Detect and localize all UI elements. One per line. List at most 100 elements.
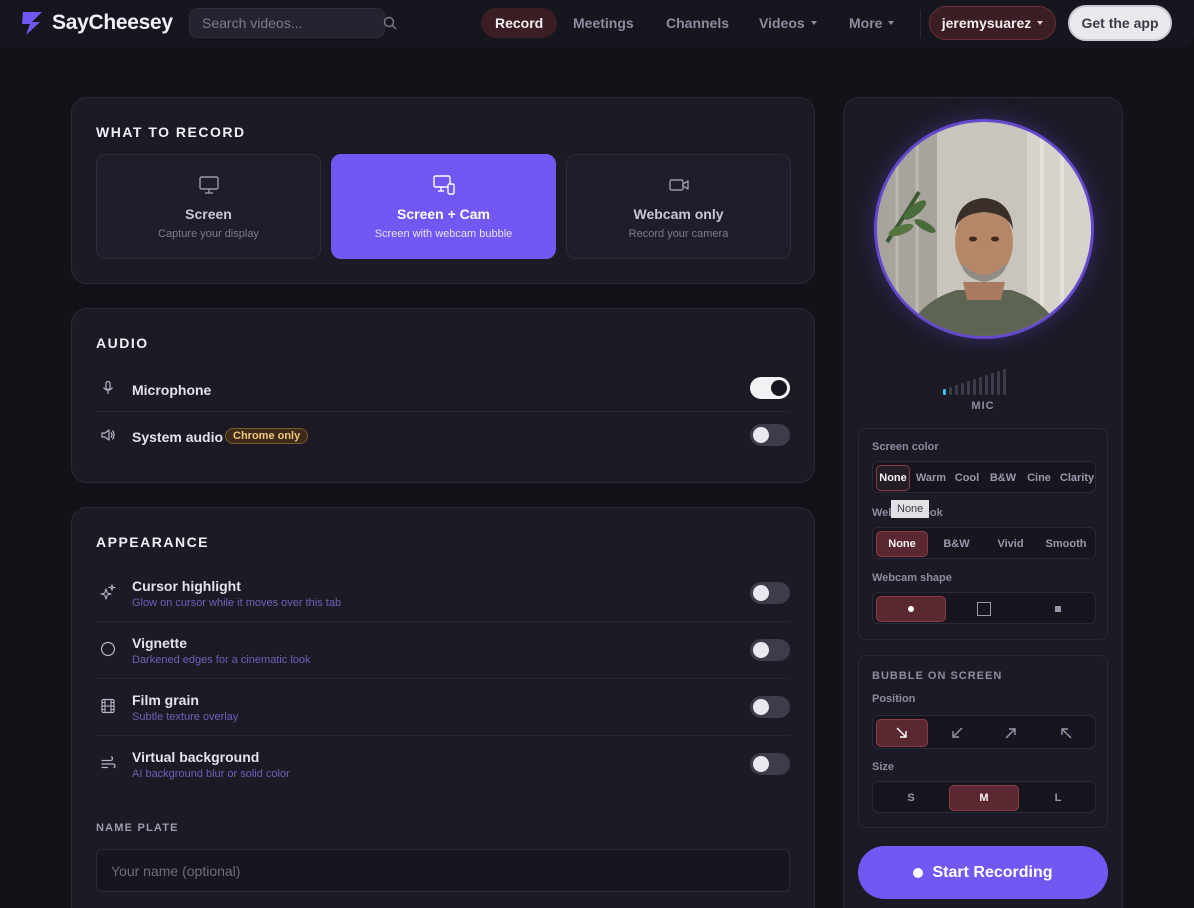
mic-level-bar	[1003, 369, 1006, 395]
position-selector	[872, 715, 1096, 749]
row-divider	[96, 678, 790, 679]
film-grain-toggle[interactable]	[750, 696, 790, 718]
appearance-card: APPEARANCE Cursor highlight Glow on curs…	[71, 507, 815, 908]
webcam-shape-selector	[872, 592, 1096, 624]
size-medium[interactable]: M	[949, 785, 1019, 811]
logo[interactable]: SayCheesey	[20, 10, 173, 36]
search-box[interactable]	[189, 8, 397, 38]
webcam-look-vivid[interactable]: Vivid	[984, 531, 1037, 557]
nav-record[interactable]: Record	[481, 8, 558, 38]
chevron-down-icon	[1037, 21, 1044, 25]
top-nav: SayCheesey Record Meetings Channels Vide…	[0, 0, 1194, 48]
cursor-highlight-toggle[interactable]	[750, 582, 790, 604]
mode-screen[interactable]: Screen Capture your display	[96, 154, 321, 259]
username: jeremysuarez	[941, 15, 1032, 31]
search-input[interactable]	[202, 15, 383, 31]
mode-screen-subtitle: Capture your display	[158, 228, 259, 240]
square-filled-icon	[1055, 606, 1061, 612]
position-bottom-right[interactable]	[876, 719, 928, 747]
mic-level-bar	[961, 383, 964, 395]
size-label: Size	[872, 761, 895, 773]
webcam-person-image	[877, 122, 1091, 336]
name-plate-input[interactable]	[96, 849, 790, 892]
row-divider	[96, 621, 790, 622]
position-bottom-left[interactable]	[930, 719, 983, 747]
filters-card: Screen color None Warm Cool B&W Cine Cla…	[858, 428, 1108, 640]
mic-level-bar	[967, 381, 970, 395]
webcam-look-smooth[interactable]: Smooth	[1038, 531, 1094, 557]
chevron-down-icon	[810, 21, 817, 25]
mic-level-bar	[949, 387, 952, 395]
toggle-knob	[753, 756, 769, 772]
circle-shape-icon	[908, 606, 914, 612]
record-mode-card: WHAT TO RECORD Screen Capture your displ…	[71, 97, 815, 284]
arrow-down-left-icon	[951, 727, 963, 739]
toggle-knob	[753, 427, 769, 443]
screen-color-clarity[interactable]: Clarity	[1057, 465, 1097, 491]
mic-level-bar	[985, 375, 988, 395]
toggle-knob	[753, 585, 769, 601]
vignette-toggle[interactable]	[750, 639, 790, 661]
user-menu[interactable]: jeremysuarez	[929, 6, 1056, 40]
nav-more-label: More	[849, 15, 883, 31]
square-outline-icon	[977, 602, 991, 616]
film-grain-subtitle: Subtle texture overlay	[132, 711, 239, 723]
screen-color-selector: None Warm Cool B&W Cine Clarity	[872, 461, 1096, 493]
screen-color-bw[interactable]: B&W	[985, 465, 1021, 491]
nav-more[interactable]: More	[835, 8, 908, 38]
system-audio-toggle[interactable]	[750, 424, 790, 446]
virtual-background-row: Virtual background AI background blur or…	[96, 749, 790, 781]
mode-screen-cam[interactable]: Screen + Cam Screen with webcam bubble	[331, 154, 556, 259]
mode-webcam-title: Webcam only	[633, 206, 724, 222]
shape-small-square-button[interactable]	[1022, 596, 1094, 622]
nav-channels[interactable]: Channels	[652, 8, 743, 38]
record-mode-title: WHAT TO RECORD	[96, 124, 246, 140]
monitor-icon	[198, 174, 220, 196]
microphone-icon	[100, 380, 116, 396]
mic-level-bar	[979, 377, 982, 395]
microphone-toggle[interactable]	[750, 377, 790, 399]
system-audio-label: System audio	[132, 429, 224, 445]
screen-color-cool[interactable]: Cool	[949, 465, 985, 491]
mode-webcam-subtitle: Record your camera	[628, 228, 729, 240]
mode-webcam[interactable]: Webcam only Record your camera	[566, 154, 791, 259]
film-icon	[100, 698, 116, 714]
mic-level-bar	[997, 371, 1000, 395]
get-app-button[interactable]: Get the app	[1068, 5, 1172, 41]
vignette-row: Vignette Darkened edges for a cinematic …	[96, 635, 790, 667]
size-small[interactable]: S	[876, 785, 946, 811]
system-audio-row: System audio Chrome only	[96, 424, 790, 446]
webcam-look-none[interactable]: None	[876, 531, 928, 557]
name-plate-label: NAME PLATE	[96, 822, 179, 834]
start-recording-button[interactable]: Start Recording	[858, 846, 1108, 899]
audio-card: AUDIO Microphone System audio Chrome onl…	[71, 308, 815, 483]
position-top-right[interactable]	[984, 719, 1037, 747]
screen-color-warm[interactable]: Warm	[913, 465, 949, 491]
position-top-left[interactable]	[1038, 719, 1094, 747]
nav-videos[interactable]: Videos	[745, 8, 831, 38]
toggle-knob	[771, 380, 787, 396]
webcam-look-bw[interactable]: B&W	[930, 531, 983, 557]
nav-meetings-label: Meetings	[573, 15, 634, 31]
screen-color-none[interactable]: None	[876, 465, 910, 491]
webcam-look-selector: None B&W Vivid Smooth	[872, 527, 1096, 559]
microphone-row: Microphone	[96, 377, 790, 399]
nav-divider	[920, 10, 921, 38]
nav-meetings[interactable]: Meetings	[559, 8, 648, 38]
shape-circle-button[interactable]	[876, 596, 946, 622]
mic-level-bar-active	[943, 389, 946, 395]
size-large[interactable]: L	[1022, 785, 1094, 811]
vignette-subtitle: Darkened edges for a cinematic look	[132, 654, 311, 666]
screen-color-cine[interactable]: Cine	[1021, 465, 1057, 491]
size-selector: S M L	[872, 781, 1096, 813]
mode-screen-cam-title: Screen + Cam	[397, 206, 490, 222]
arrow-up-right-icon	[1005, 727, 1017, 739]
virtual-background-toggle[interactable]	[750, 753, 790, 775]
film-grain-row: Film grain Subtle texture overlay	[96, 692, 790, 724]
shape-square-button[interactable]	[949, 596, 1019, 622]
start-recording-label: Start Recording	[932, 863, 1053, 881]
arrow-up-left-icon	[1060, 727, 1072, 739]
virtual-background-subtitle: AI background blur or solid color	[132, 768, 290, 780]
search-icon[interactable]	[383, 16, 397, 30]
mode-screen-cam-subtitle: Screen with webcam bubble	[374, 228, 513, 240]
